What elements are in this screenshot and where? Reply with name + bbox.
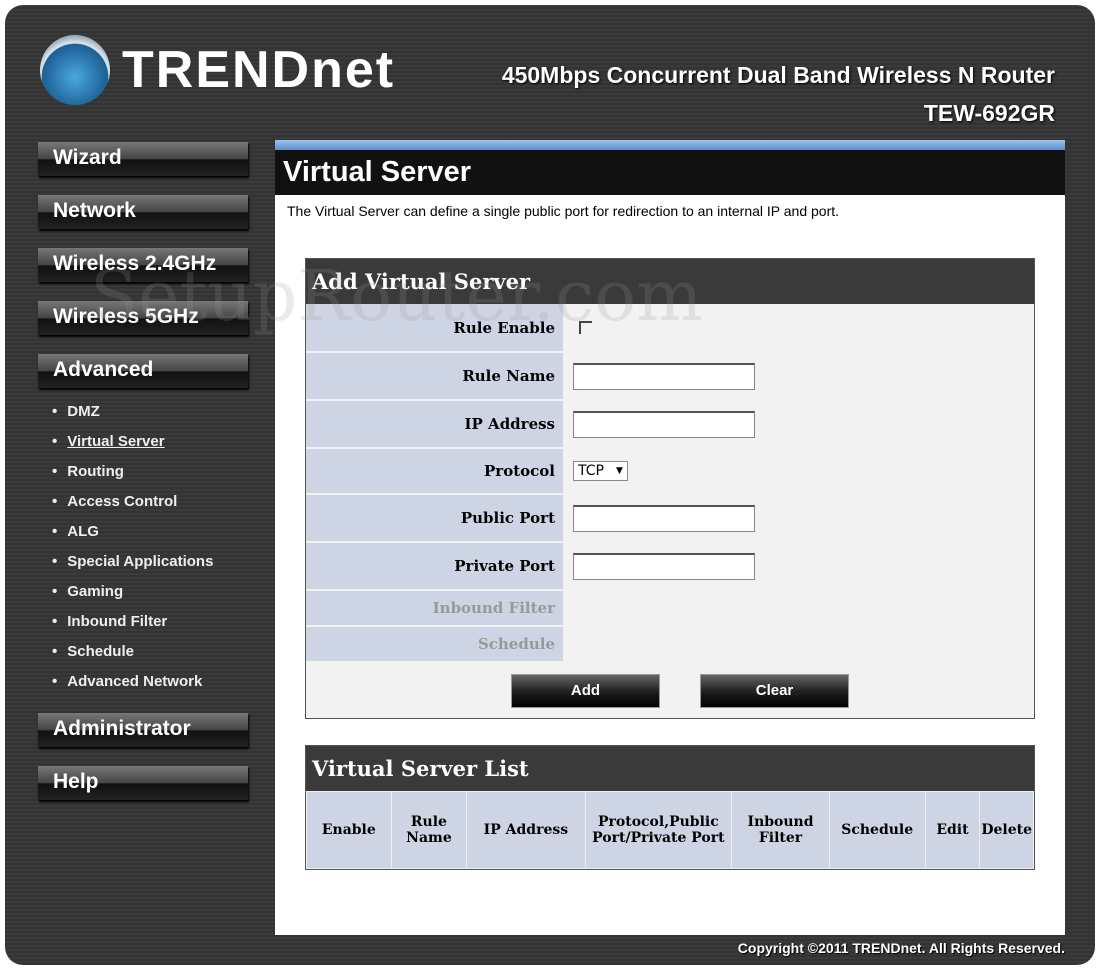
- copyright: Copyright ©2011 TRENDnet. All Rights Res…: [737, 940, 1065, 956]
- brand-name: TRENDnet: [122, 41, 396, 99]
- sub-schedule[interactable]: • Schedule: [52, 637, 248, 667]
- trendnet-logo: TRENDnet: [40, 35, 395, 105]
- inbound-filter-label: Inbound Filter: [306, 591, 563, 625]
- virtual-server-list: Virtual Server List Enable Rule Name IP …: [305, 745, 1035, 870]
- protocol-select[interactable]: TCP ▼: [573, 461, 628, 481]
- public-port-label: Public Port: [306, 495, 563, 541]
- sub-special-applications[interactable]: • Special Applications: [52, 547, 248, 577]
- sub-virtual-server[interactable]: • Virtual Server: [52, 427, 248, 457]
- public-port-input[interactable]: [573, 504, 755, 532]
- nav-advanced[interactable]: Advanced: [38, 354, 248, 388]
- sub-access-control[interactable]: • Access Control: [52, 487, 248, 517]
- sub-alg[interactable]: • ALG: [52, 517, 248, 547]
- col-protocol-ports: Protocol,Public Port/Private Port: [584, 791, 733, 869]
- col-rule-name: Rule Name: [390, 791, 468, 869]
- chevron-down-icon: ▼: [615, 466, 623, 476]
- sub-gaming[interactable]: • Gaming: [52, 577, 248, 607]
- sub-advanced-network[interactable]: • Advanced Network: [52, 667, 248, 697]
- nav-wireless-24[interactable]: Wireless 2.4GHz: [38, 248, 248, 282]
- nav-network[interactable]: Network: [38, 195, 248, 229]
- sub-dmz[interactable]: • DMZ: [52, 397, 248, 427]
- clear-button[interactable]: Clear: [700, 673, 849, 708]
- col-enable: Enable: [306, 791, 392, 869]
- trendnet-logo-icon: [40, 35, 110, 105]
- protocol-label: Protocol: [306, 449, 563, 493]
- add-virtual-server-title: Add Virtual Server: [306, 259, 1034, 304]
- ip-address-input[interactable]: [573, 410, 755, 438]
- private-port-label: Private Port: [306, 543, 563, 589]
- product-name: 450Mbps Concurrent Dual Band Wireless N …: [501, 62, 1055, 88]
- ip-address-label: IP Address: [306, 401, 563, 447]
- product-info: 450Mbps Concurrent Dual Band Wireless N …: [502, 56, 1055, 132]
- nav-wizard[interactable]: Wizard: [38, 142, 248, 176]
- advanced-submenu: • DMZ • Virtual Server • Routing • Access Co…: [38, 397, 248, 697]
- nav-help[interactable]: Help: [38, 766, 248, 800]
- rule-name-label: Rule Name: [306, 353, 563, 399]
- nav-administrator[interactable]: Administrator: [38, 713, 248, 747]
- nav-wireless-5[interactable]: Wireless 5GHz: [38, 301, 248, 335]
- col-schedule: Schedule: [828, 791, 926, 869]
- add-button[interactable]: Add: [511, 673, 660, 708]
- virtual-server-table: Enable Rule Name IP Address Protocol,Pub…: [306, 791, 1034, 869]
- content-panel: Virtual Server The Virtual Server can de…: [275, 140, 1065, 935]
- rule-enable-label: Rule Enable: [306, 304, 563, 351]
- schedule-label: Schedule: [306, 627, 563, 661]
- private-port-input[interactable]: [573, 552, 755, 580]
- rule-name-input[interactable]: [573, 362, 755, 390]
- sub-routing[interactable]: • Routing: [52, 457, 248, 487]
- page-description: The Virtual Server can define a single p…: [287, 203, 840, 219]
- add-virtual-server-box: Add Virtual Server Rule Enable Rule Name…: [305, 258, 1035, 719]
- sidebar: Wizard Network Wireless 2.4GHz Wireless …: [38, 142, 248, 819]
- rule-enable-checkbox[interactable]: [579, 321, 592, 334]
- sub-inbound-filter[interactable]: • Inbound Filter: [52, 607, 248, 637]
- panel-stripe: [275, 140, 1065, 150]
- protocol-value: TCP: [578, 463, 604, 479]
- col-edit: Edit: [924, 791, 981, 869]
- col-ip-address: IP Address: [466, 791, 586, 869]
- page-title: Virtual Server: [275, 150, 1065, 195]
- col-delete: Delete: [979, 791, 1034, 869]
- virtual-server-list-title: Virtual Server List: [306, 746, 1034, 791]
- col-inbound-filter: Inbound Filter: [731, 791, 830, 869]
- model-number: TEW-692GR: [923, 100, 1055, 126]
